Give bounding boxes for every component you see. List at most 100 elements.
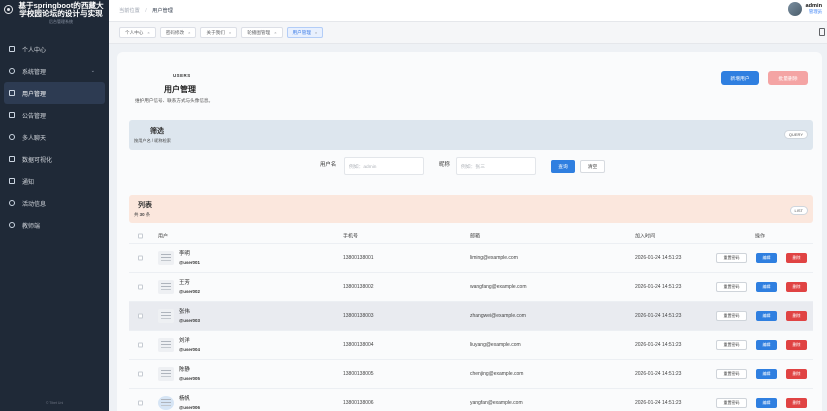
- user-phone: 13800138005: [343, 371, 374, 377]
- sidebar-item-notices[interactable]: 公告管理: [0, 104, 109, 126]
- delete-button[interactable]: 删除: [786, 369, 807, 379]
- query-button[interactable]: 查询: [551, 160, 575, 173]
- reset-password-button[interactable]: 重置密码: [716, 311, 747, 321]
- tab-password[interactable]: 密码修改 ×: [159, 27, 197, 38]
- list-badge: LIST: [789, 206, 808, 215]
- sidebar-item-label: 数据可视化: [22, 157, 53, 164]
- tab-users[interactable]: 用户管理 ×: [286, 27, 324, 38]
- avatar[interactable]: [787, 2, 802, 16]
- edit-button[interactable]: 编辑: [756, 311, 777, 321]
- sidebar-item-profile[interactable]: 个人中心: [0, 38, 109, 60]
- list-title: 列表: [138, 202, 152, 209]
- delete-button[interactable]: 删除: [786, 398, 807, 408]
- close-icon[interactable]: ×: [229, 30, 231, 35]
- tab-label: 个人中心: [125, 29, 144, 35]
- table-row[interactable]: 刘洋 @user004 13800138004 liuyang@example.…: [129, 331, 813, 360]
- user-name: 张伟: [179, 309, 190, 315]
- tab-menu-icon[interactable]: [819, 28, 825, 36]
- user-avatar: [158, 251, 174, 265]
- add-user-button[interactable]: 新增用户: [721, 71, 759, 85]
- notice-icon: [9, 112, 15, 118]
- page-eyebrow: USERS: [173, 73, 191, 78]
- edit-button[interactable]: 编辑: [756, 369, 777, 379]
- tab-label: 关于我们: [206, 29, 225, 35]
- count-suffix: 条: [145, 212, 151, 217]
- close-icon[interactable]: ×: [147, 30, 149, 35]
- col-actions: 操作: [755, 233, 766, 239]
- count-value: 30: [139, 212, 145, 217]
- user-joined: 2026-01-24 14:51:23: [635, 313, 682, 319]
- copyright: © Tibet Uni: [45, 401, 64, 405]
- activity-icon: [9, 200, 15, 206]
- edit-button[interactable]: 编辑: [756, 282, 777, 292]
- settings-icon: [9, 68, 15, 74]
- row-checkbox[interactable]: [138, 313, 143, 319]
- sidebar-item-visualization[interactable]: 数据可视化: [0, 148, 109, 170]
- tab-label: 轮播图管理: [247, 29, 271, 35]
- sidebar-item-chat[interactable]: 多人聊天: [0, 126, 109, 148]
- table-header: 用户 手机号 邮箱 加入时间 操作: [129, 228, 813, 244]
- user-role: 管理员: [808, 9, 822, 14]
- chart-icon: [9, 156, 15, 162]
- user-name: 杨帆: [179, 396, 190, 402]
- row-checkbox[interactable]: [138, 342, 143, 348]
- table-row[interactable]: 张伟 @user003 13800138003 zhangwei@example…: [129, 302, 813, 331]
- row-checkbox[interactable]: [138, 400, 143, 406]
- reset-password-button[interactable]: 重置密码: [716, 340, 747, 350]
- delete-button[interactable]: 删除: [786, 253, 807, 263]
- table-row[interactable]: 李明 @user001 13800138001 liming@example.c…: [129, 244, 813, 273]
- page-description: 维护用户信号、联系方式与头像信息。: [135, 98, 214, 103]
- user-handle: @user002: [179, 289, 200, 294]
- tab-about[interactable]: 关于我们 ×: [200, 27, 238, 38]
- user-handle: @user003: [179, 318, 200, 323]
- delete-button[interactable]: 删除: [786, 340, 807, 350]
- reset-password-button[interactable]: 重置密码: [716, 253, 747, 263]
- tab-carousel[interactable]: 轮播图管理 ×: [241, 27, 283, 38]
- filter-row: 用户名 例如：admin 昵称 例如：张三 查询 清空: [117, 156, 822, 176]
- sidebar-item-users[interactable]: 用户管理: [4, 82, 105, 104]
- edit-button[interactable]: 编辑: [756, 398, 777, 408]
- breadcrumb-current: 用户管理: [152, 8, 173, 14]
- topbar: 当前位置 / 用户管理 admin 管理员: [109, 0, 827, 22]
- user-phone: 13800138001: [343, 255, 374, 261]
- reset-password-button[interactable]: 重置密码: [716, 369, 747, 379]
- batch-delete-button[interactable]: 批量删除: [768, 71, 808, 85]
- users-icon: [9, 90, 15, 96]
- table-row[interactable]: 杨帆 @user006 13800138006 yangfan@example.…: [129, 389, 813, 411]
- reset-password-button[interactable]: 重置密码: [716, 398, 747, 408]
- user-email: liming@example.com: [470, 255, 518, 261]
- select-all-checkbox[interactable]: [138, 233, 143, 238]
- breadcrumb-root[interactable]: 当前位置: [119, 8, 140, 14]
- close-icon[interactable]: ×: [188, 30, 190, 35]
- user-name: 陈静: [179, 367, 190, 373]
- tab-profile[interactable]: 个人中心 ×: [119, 27, 156, 38]
- user-menu[interactable]: admin 管理员: [787, 2, 822, 16]
- delete-button[interactable]: 删除: [786, 282, 807, 292]
- row-checkbox[interactable]: [138, 371, 143, 377]
- reset-password-button[interactable]: 重置密码: [716, 282, 747, 292]
- sidebar-item-teacher[interactable]: 教师端: [0, 214, 109, 236]
- table-row[interactable]: 陈静 @user005 13800138005 chenjing@example…: [129, 360, 813, 389]
- sidebar-item-activities[interactable]: 活动信息: [0, 192, 109, 214]
- user-joined: 2026-01-24 14:51:23: [635, 255, 682, 261]
- main-card: USERS 用户管理 维护用户信号、联系方式与头像信息。 新增用户 批量删除 筛…: [117, 52, 822, 411]
- user-name: 李明: [179, 251, 190, 257]
- nickname-input[interactable]: 例如：张三: [456, 157, 536, 175]
- sidebar-item-notifications[interactable]: 通知: [0, 170, 109, 192]
- edit-button[interactable]: 编辑: [756, 340, 777, 350]
- edit-button[interactable]: 编辑: [756, 253, 777, 263]
- row-checkbox[interactable]: [138, 255, 143, 261]
- close-icon[interactable]: ×: [315, 30, 317, 35]
- sidebar-item-label: 多人聊天: [22, 135, 47, 142]
- close-icon[interactable]: ×: [274, 30, 276, 35]
- delete-button[interactable]: 删除: [786, 311, 807, 321]
- clear-button[interactable]: 清空: [580, 160, 605, 173]
- row-checkbox[interactable]: [138, 284, 143, 290]
- sidebar-item-label: 教师端: [22, 223, 41, 230]
- username-input[interactable]: 例如：admin: [344, 157, 424, 175]
- sidebar-item-system[interactable]: 系统管理 ⌄: [0, 60, 109, 82]
- table-row[interactable]: 王芳 @user002 13800138002 wangfang@example…: [129, 273, 813, 302]
- page-header: USERS 用户管理 维护用户信号、联系方式与头像信息。 新增用户 批量删除: [117, 52, 822, 116]
- sidebar-item-label: 系统管理: [22, 69, 47, 76]
- user-avatar: [158, 367, 174, 381]
